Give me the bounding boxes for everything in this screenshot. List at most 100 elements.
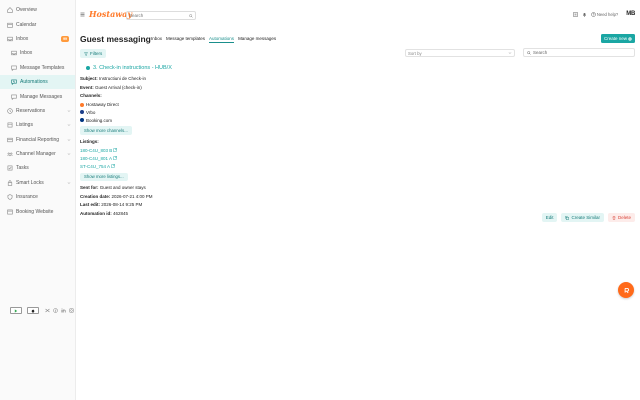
sidebar-item-label: Automations (20, 79, 48, 86)
google-play-link[interactable] (10, 307, 22, 314)
listing-link[interactable]: 180-C4U_803 B (80, 146, 153, 154)
bell-icon[interactable] (582, 12, 587, 17)
event-value: Guest Arrival (check-in) (95, 84, 142, 90)
sidebar-item-calendar[interactable]: Calendar (0, 17, 75, 31)
channel-name: Vrbo (86, 109, 96, 115)
sidebar-item-automations[interactable]: Automations (0, 74, 75, 90)
automation-id-row: Automation id: 462845 (80, 210, 153, 219)
search-icon (189, 13, 193, 18)
booking-channel-icon (80, 118, 84, 123)
google-play-icon (14, 308, 18, 313)
sidebar-item-label: Listings (16, 122, 33, 129)
sidebar-item-reservations[interactable]: Reservations (0, 104, 75, 118)
tab-inbox[interactable]: Inbox (151, 36, 162, 43)
sidebar-item-booking-website[interactable]: Booking Website (0, 204, 75, 218)
lock-icon (7, 180, 13, 186)
last-edit-row: Last edit: 2026-08-14 9:25 PM (80, 201, 153, 210)
linkedin-icon[interactable] (61, 308, 66, 313)
sidebar-item-financial-reporting[interactable]: Financial Reporting (0, 133, 75, 147)
delete-button[interactable]: Delete (607, 213, 635, 222)
template-icon (11, 65, 17, 71)
twitter-icon[interactable] (45, 308, 50, 313)
sidebar-item-label: Inbox (16, 35, 29, 42)
listing-link[interactable]: ST-C4U_754 A (80, 162, 153, 170)
sidebar-item-listings[interactable]: Listings (0, 118, 75, 132)
listing-name: 180-C4U_803 B (80, 147, 113, 153)
channel-item: Hostaway Direct (80, 101, 153, 109)
sent-for-label: Sent for: (80, 184, 99, 190)
sidebar: Overview Calendar Inbox 99 Inbox Message… (0, 0, 76, 400)
tab-manage-messages[interactable]: Manage messages (238, 36, 276, 43)
sidebar-item-label: Overview (16, 7, 37, 14)
grid-apps-icon[interactable] (573, 11, 578, 17)
create-new-button[interactable]: Create new (600, 34, 635, 43)
create-new-label: Create new (603, 36, 627, 41)
assistant-chat-button[interactable] (618, 282, 634, 298)
automation-details: Subject: Instructiuni de Check-in Event:… (80, 75, 153, 219)
sidebar-item-label: Financial Reporting (16, 136, 60, 143)
channel-icon (7, 152, 13, 157)
listing-name: 180-C4U_801 A (80, 155, 113, 161)
app-store-link[interactable] (27, 307, 39, 314)
avatar[interactable]: MB (626, 11, 635, 17)
tab-message-templates[interactable]: Message templates (166, 36, 205, 43)
sidebar-item-inbox[interactable]: Inbox (0, 46, 75, 60)
filter-icon (84, 51, 88, 56)
facebook-icon[interactable] (53, 308, 58, 313)
creation-date-value: 2026-07-21 4:00 PM (111, 193, 153, 199)
subject-row: Subject: Instructiuni de Check-in (80, 75, 153, 84)
trash-icon (612, 215, 616, 220)
global-search[interactable] (126, 11, 196, 20)
sidebar-item-message-templates[interactable]: Message Templates (0, 61, 75, 75)
edit-button[interactable]: Edit (541, 213, 558, 222)
vrbo-channel-icon (80, 110, 84, 115)
sidebar-item-inbox-group[interactable]: Inbox 99 (0, 32, 75, 46)
automation-id-label: Automation id: (80, 210, 112, 216)
sidebar-item-insurance[interactable]: Insurance (0, 190, 75, 204)
chevron-down-icon (67, 109, 71, 112)
show-more-channels-button[interactable]: Show more channels... (80, 126, 132, 135)
sidebar-item-smart-locks[interactable]: Smart Locks (0, 176, 75, 190)
help-link[interactable]: Need help? (591, 12, 618, 17)
sent-for-value: Guest and owner stays (99, 184, 146, 190)
tasks-icon (7, 166, 13, 171)
show-more-listings-button[interactable]: Show more listings... (80, 172, 128, 181)
sort-by-placeholder: Sort by (408, 50, 422, 56)
sidebar-item-label: Manage Messages (20, 93, 63, 100)
hamburger-menu-icon[interactable] (80, 12, 85, 17)
instagram-icon[interactable] (69, 308, 74, 313)
apple-icon (31, 308, 35, 312)
global-search-input[interactable] (129, 13, 189, 18)
sidebar-item-channel-manager[interactable]: Channel Manager (0, 147, 75, 161)
automation-title[interactable]: 3. Check-in instructions - HUB/X (86, 65, 172, 71)
inbox-icon (7, 36, 13, 42)
external-link-icon (111, 164, 115, 169)
sidebar-item-manage-messages[interactable]: Manage Messages (0, 89, 75, 103)
create-similar-label: Create Similar (571, 215, 600, 220)
sidebar-item-overview[interactable]: Overview (0, 3, 75, 17)
chevron-down-icon (508, 52, 512, 54)
external-link-icon (113, 156, 117, 161)
sidebar-item-label: Channel Manager (16, 151, 56, 158)
sidebar-item-label: Inbox (20, 50, 33, 57)
automation-search-placeholder: Search (533, 50, 548, 55)
tab-automations[interactable]: Automations (209, 36, 235, 43)
channel-name: Hostaway Direct (86, 102, 119, 108)
inbox-icon (11, 51, 17, 56)
sort-by-select[interactable]: Sort by (405, 49, 515, 57)
sidebar-item-tasks[interactable]: Tasks (0, 161, 75, 175)
filters-button[interactable]: Filters (80, 49, 107, 58)
active-status-dot (86, 66, 90, 70)
listing-link[interactable]: 180-C4U_801 A (80, 154, 153, 162)
message-icon (11, 94, 17, 100)
chevron-down-icon (67, 138, 71, 141)
sidebar-item-label: Insurance (16, 194, 38, 201)
chevron-down-icon (67, 124, 71, 127)
copy-icon (565, 215, 570, 220)
create-similar-button[interactable]: Create Similar (561, 213, 604, 222)
listings-icon (7, 122, 13, 128)
channels-label: Channels: (80, 93, 102, 99)
event-label: Event: (80, 84, 94, 90)
automation-search[interactable]: Search (523, 48, 635, 57)
hostaway-channel-icon (80, 102, 84, 107)
